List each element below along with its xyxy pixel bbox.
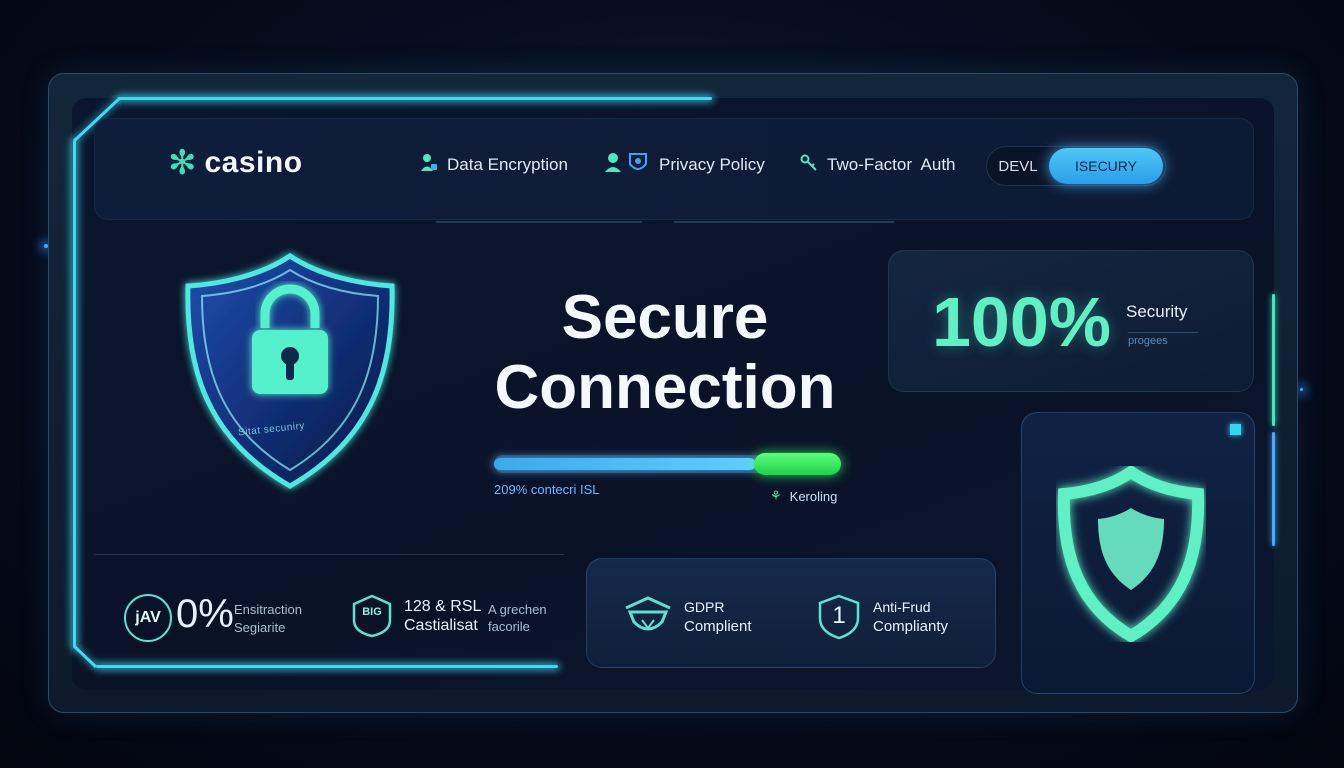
security-stat-label: Security [1126, 302, 1188, 321]
progress-status-label: Keroling [789, 488, 838, 504]
background-star [1300, 388, 1303, 391]
frame-glow-top [118, 97, 712, 100]
brand-name: casino [204, 146, 303, 179]
encryption-badge-line2: Segiarite [234, 620, 286, 635]
toggle-option-devl[interactable]: DEVL [987, 158, 1049, 175]
hex-badge-icon: BIG [350, 594, 394, 638]
frame-glow-bottom [96, 665, 558, 668]
security-shield-graphic [170, 248, 410, 498]
gdpr-subtitle: Complient [684, 618, 752, 635]
nav-item-privacy-policy[interactable]: Privacy Policy [604, 152, 765, 178]
progress-status: ⚘ Keroling [770, 488, 837, 504]
encryption-badge-value: 0% [176, 592, 234, 636]
nav-underline [436, 221, 642, 223]
encryption-badge-line1: Ensitraction [234, 602, 302, 617]
connection-progress-handle[interactable] [754, 453, 841, 475]
scroll-indicator[interactable] [1272, 294, 1275, 426]
flower-icon: ✻ [168, 144, 197, 182]
ssl-badge-subtitle: Castialisat [404, 617, 478, 634]
frame-glow-left [73, 140, 76, 648]
user-shield-icon [604, 152, 650, 179]
ssl-badge-aside-2: facorile [488, 619, 530, 634]
anti-fraud-compliance-label: Anti-Frud Complianty [873, 598, 948, 636]
nav-label: Data Encryption [447, 155, 568, 174]
anti-fraud-shield-icon: 1 [816, 594, 862, 640]
security-stat-value: 100% [932, 283, 1112, 361]
nav-label: Two-Factor Auth [827, 155, 956, 174]
encryption-badge-icon: jAV [124, 594, 172, 642]
divider [94, 554, 564, 555]
anti-fraud-icon-text: 1 [832, 602, 846, 629]
sprout-icon: ⚘ [770, 488, 782, 503]
progress-caption: 209% contecri ISL [494, 482, 600, 497]
headline-line-2: Connection [494, 353, 836, 422]
nav-underline [674, 221, 894, 223]
connection-progress-fill [494, 458, 756, 470]
user-lock-icon [420, 153, 438, 178]
brand-logo[interactable]: ✻ casino [168, 140, 303, 186]
anti-fraud-subtitle: Complianty [873, 618, 949, 635]
nav-label: Privacy Policy [659, 155, 765, 174]
gdpr-title: GDPR [684, 599, 725, 615]
ssl-badge-aside-1: A grechen [488, 602, 547, 617]
nav-item-data-encryption[interactable]: Data Encryption [420, 152, 568, 178]
scroll-indicator[interactable] [1272, 432, 1275, 546]
headline-line-1: Secure [561, 283, 769, 352]
security-stat-sub: progees [1128, 332, 1198, 347]
shield-ship-icon [625, 596, 671, 631]
ssl-badge-title: 128 & RSL [404, 598, 482, 615]
shield-lock-icon [185, 252, 395, 489]
key-icon [800, 154, 818, 177]
shield-icon [1057, 466, 1205, 642]
toggle-option-isecury[interactable]: ISECURY [1049, 148, 1163, 184]
nav-item-two-factor-auth[interactable]: Two-Factor Auth [800, 152, 956, 178]
frame-glow-corner-bottom [72, 644, 98, 669]
gdpr-compliance-label: GDPR Complient [684, 598, 752, 636]
status-indicator-dot [1230, 424, 1241, 435]
hex-badge-text: BIG [362, 606, 382, 618]
mode-toggle[interactable]: DEVL ISECURY [986, 146, 1166, 186]
anti-fraud-title: Anti-Frud [873, 599, 931, 615]
